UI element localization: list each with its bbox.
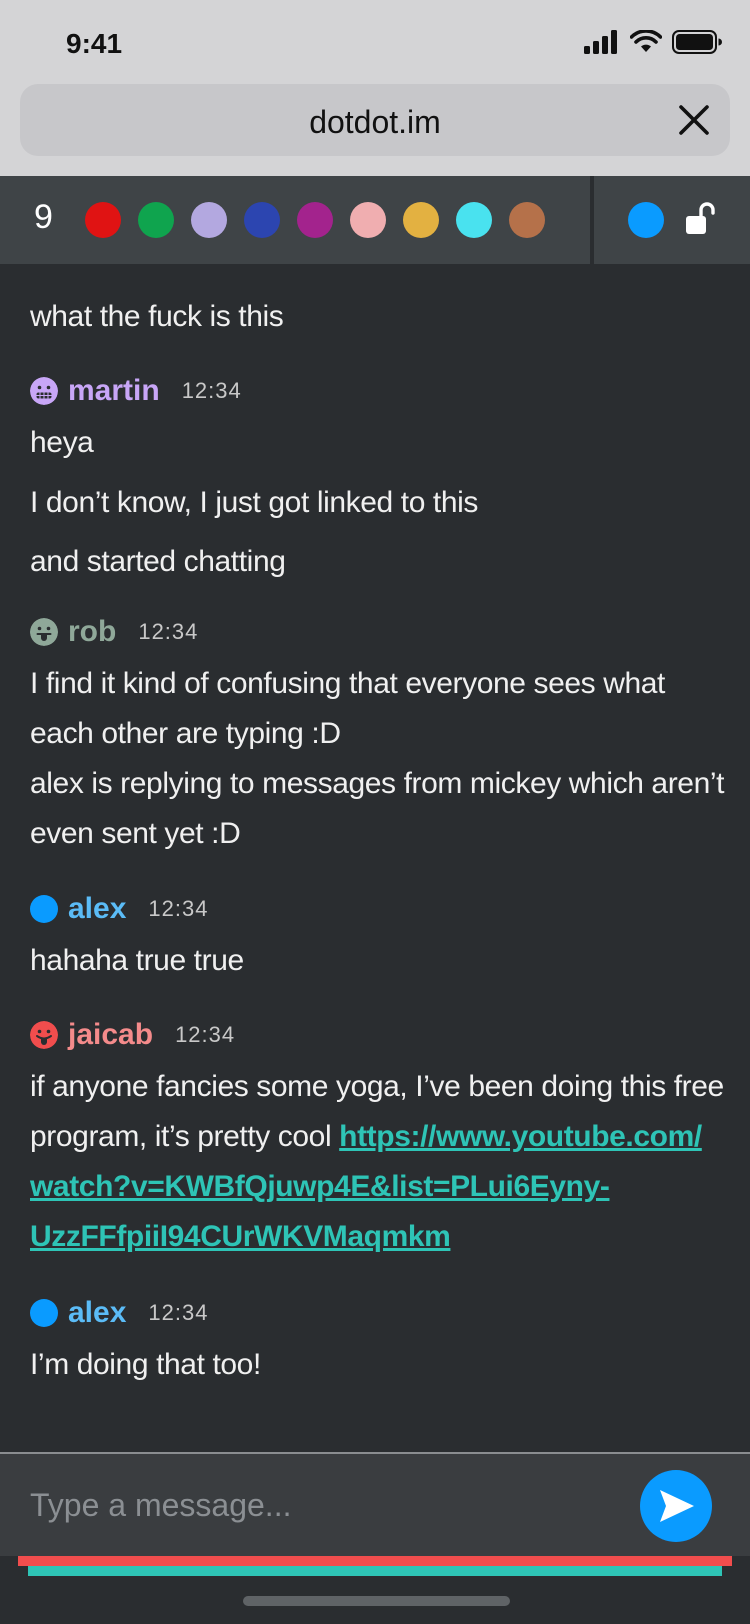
status-icons <box>584 30 722 54</box>
message-text: I’m doing that too! <box>30 1348 261 1381</box>
message-text: alex is replying to messages from mickey… <box>30 767 725 800</box>
browser-url-area: dotdot.im <box>0 84 750 176</box>
battery-icon <box>672 30 722 54</box>
message-time: 12:34 <box>148 896 209 921</box>
user-dot-yellow[interactable] <box>403 202 439 238</box>
self-color-dot[interactable] <box>628 202 664 238</box>
home-indicator <box>243 1596 510 1606</box>
sender-name[interactable]: alex <box>68 892 126 926</box>
chat-log: what the fuck is this martin 12:34 heya … <box>0 264 750 1452</box>
sender-name[interactable]: jaicab <box>68 1018 153 1052</box>
user-dot-brown[interactable] <box>509 202 545 238</box>
user-dot-cyan[interactable] <box>456 202 492 238</box>
message-text: what the fuck is this <box>30 300 284 333</box>
typing-indicator-teal <box>28 1566 722 1576</box>
message-header: alex 12:34 <box>30 892 208 926</box>
youtube-link[interactable]: https://www.youtube.com/ <box>339 1120 702 1153</box>
composer <box>0 1452 750 1556</box>
avatar <box>30 1299 58 1327</box>
user-dot-green[interactable] <box>138 202 174 238</box>
message-header: alex 12:34 <box>30 1296 208 1330</box>
status-time: 9:41 <box>66 28 123 59</box>
message-input[interactable] <box>28 1480 588 1530</box>
bottom-safe-area <box>0 1576 750 1624</box>
youtube-link-continued[interactable]: UzzFFfpiiI94CUrWKVMaqmkm <box>30 1220 451 1254</box>
message-text: heya <box>30 426 94 459</box>
grimace-emoji-icon <box>30 377 58 405</box>
message-text: I find it kind of confusing that everyon… <box>30 667 665 700</box>
message-text: even sent yet :D <box>30 817 241 850</box>
user-dot-magenta[interactable] <box>297 202 333 238</box>
url-text: dotdot.im <box>309 104 441 140</box>
youtube-link[interactable]: watch?v=KWBfQjuwp4E&list=PLui6Eyny- <box>30 1170 610 1203</box>
unlock-icon[interactable] <box>684 202 716 236</box>
send-button[interactable] <box>640 1470 712 1542</box>
status-bar: 9:41 <box>0 0 750 84</box>
users-toolbar: 9 <box>0 176 750 264</box>
user-count: 9 <box>34 198 53 236</box>
message-text-part: program, it’s pretty cool <box>30 1120 340 1153</box>
user-dots <box>85 202 545 238</box>
message-time: 12:34 <box>181 378 242 403</box>
message-text: if anyone fancies some yoga, I’ve been d… <box>30 1070 724 1103</box>
signal-icon <box>584 30 617 54</box>
avatar <box>30 895 58 923</box>
youtube-link[interactable]: UzzFFfpiiI94CUrWKVMaqmkm <box>30 1220 451 1253</box>
url-bar[interactable]: dotdot.im <box>20 84 730 156</box>
tongue-out-emoji-icon <box>30 1021 58 1049</box>
message-header: rob 12:34 <box>30 615 198 649</box>
message-time: 12:34 <box>138 619 199 644</box>
message-text: and started chatting <box>30 545 286 578</box>
user-dot-navy[interactable] <box>244 202 280 238</box>
message-text: hahaha true true <box>30 944 244 977</box>
tongue-emoji-icon <box>30 618 58 646</box>
user-dot-lavender[interactable] <box>191 202 227 238</box>
user-dot-red[interactable] <box>85 202 121 238</box>
youtube-link-continued[interactable]: watch?v=KWBfQjuwp4E&list=PLui6Eyny- <box>30 1170 610 1204</box>
sender-name[interactable]: martin <box>68 374 160 408</box>
send-icon <box>660 1490 694 1522</box>
message-time: 12:34 <box>175 1022 236 1047</box>
close-icon[interactable] <box>676 102 712 138</box>
wifi-icon <box>630 30 662 52</box>
sender-name[interactable]: alex <box>68 1296 126 1330</box>
typing-indicator-red <box>18 1556 732 1566</box>
message-header: jaicab 12:34 <box>30 1018 235 1052</box>
message-time: 12:34 <box>148 1300 209 1325</box>
message-text: program, it’s pretty cool https://www.yo… <box>30 1120 702 1154</box>
message-text: each other are typing :D <box>30 717 341 750</box>
toolbar-divider <box>590 176 594 264</box>
sender-name[interactable]: rob <box>68 615 116 649</box>
message-text: I don’t know, I just got linked to this <box>30 486 478 519</box>
user-dot-pink[interactable] <box>350 202 386 238</box>
message-header: martin 12:34 <box>30 374 242 408</box>
